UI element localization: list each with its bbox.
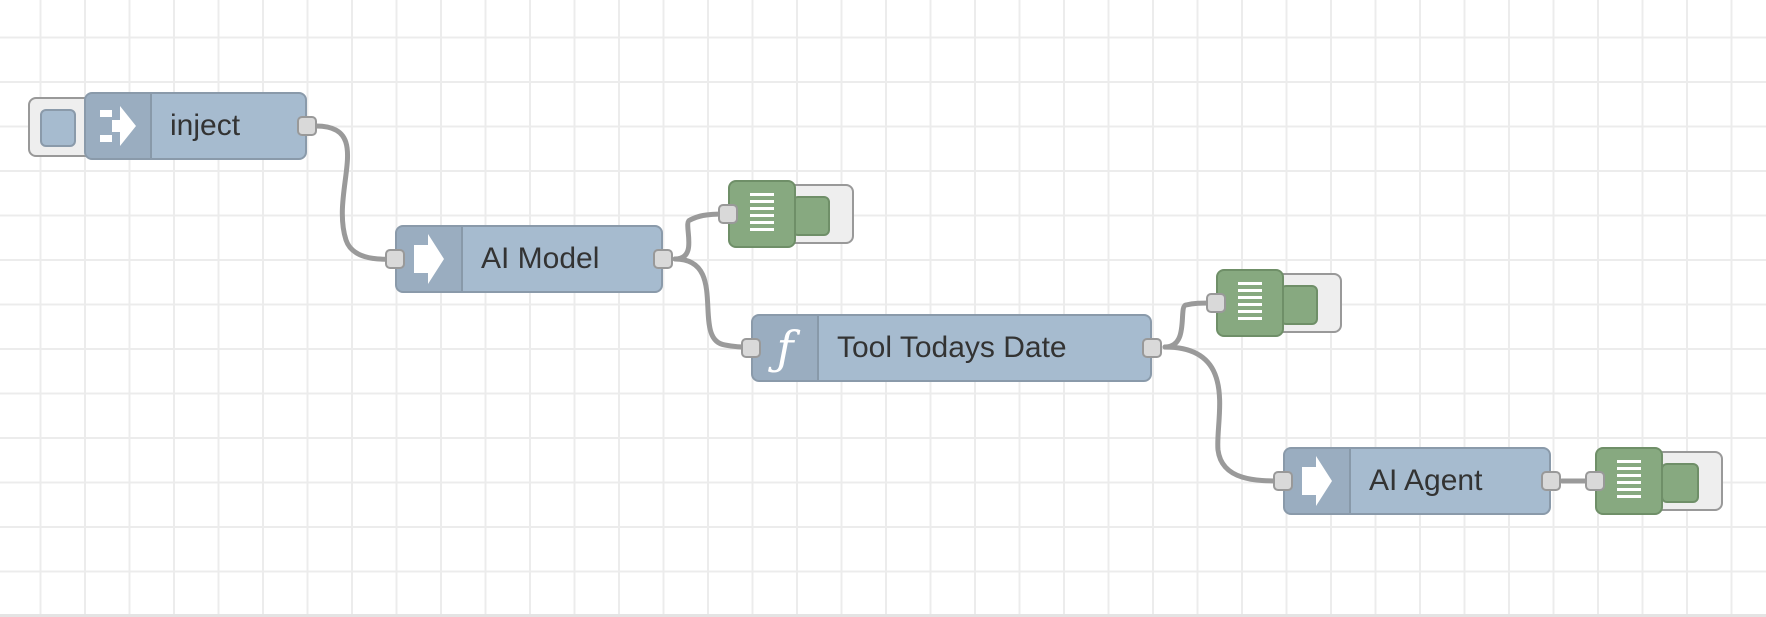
arrow-in-icon [86,94,152,158]
node-debug-3[interactable] [1585,447,1663,515]
input-port[interactable] [385,249,405,269]
list-icon [750,192,774,237]
list-icon [1238,281,1262,326]
output-port[interactable] [1142,338,1162,358]
wire-ai-model-to-tool-todays-date[interactable] [672,256,754,350]
input-port[interactable] [718,204,738,224]
wire-inject-to-ai-model[interactable] [313,123,395,262]
debug-toggle-face[interactable] [1280,285,1318,325]
output-port[interactable] [653,249,673,269]
node-ai-agent[interactable]: AI Agent [1273,447,1561,515]
input-port[interactable] [741,338,761,358]
arrow-right-icon [1285,449,1351,513]
node-ai-model[interactable]: AI Model [385,225,673,293]
list-icon [1617,459,1641,504]
inject-button-face[interactable] [40,109,76,147]
node-label: Tool Todays Date [837,331,1067,364]
node-debug-1[interactable] [718,180,796,248]
wire-tool-todays-date-to-ai-agent[interactable] [1162,344,1286,484]
node-tool-todays-date[interactable]: ƒ Tool Todays Date [741,314,1162,382]
node-label: inject [170,109,241,142]
input-port[interactable] [1585,471,1605,491]
output-port[interactable] [1541,471,1561,491]
function-icon: ƒ [753,316,819,380]
input-port[interactable] [1206,293,1226,313]
arrow-right-icon [397,227,463,291]
input-port[interactable] [1273,471,1293,491]
output-port[interactable] [297,116,317,136]
debug-toggle-face[interactable] [1661,463,1699,503]
node-label: AI Model [481,242,600,275]
debug-toggle-face[interactable] [792,196,830,236]
node-label: AI Agent [1369,464,1483,497]
node-inject[interactable]: inject [84,92,317,160]
node-debug-2[interactable] [1206,269,1284,337]
